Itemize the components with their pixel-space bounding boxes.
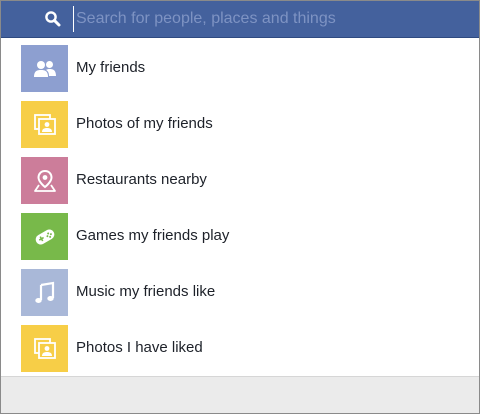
suggestion-label: My friends <box>76 59 146 76</box>
people-icon <box>33 60 56 77</box>
suggestion-tile <box>21 213 68 260</box>
suggestion-tile <box>21 269 68 316</box>
typeahead-footer <box>1 376 479 413</box>
suggestion-photos-of-my-friends[interactable]: Photos of my friends <box>1 95 479 151</box>
music-note-icon <box>34 281 54 303</box>
suggestion-label: Music my friends like <box>76 283 216 300</box>
suggestion-label: Games my friends play <box>76 227 230 244</box>
map-pin-icon <box>33 169 56 192</box>
search-typeahead-window: My friends Photos of my friends <box>0 0 480 414</box>
suggestion-tile <box>21 101 68 148</box>
suggestion-list: My friends Photos of my friends Restaura… <box>1 39 479 375</box>
photos-icon <box>33 337 56 359</box>
suggestion-photos-i-have-liked[interactable]: Photos I have liked <box>1 319 479 375</box>
suggestion-tile <box>21 157 68 204</box>
suggestion-games-my-friends-play[interactable]: Games my friends play <box>1 207 479 263</box>
search-bar <box>1 1 479 38</box>
gamepad-icon <box>35 229 54 244</box>
search-icon[interactable] <box>44 10 62 28</box>
suggestion-label: Photos of my friends <box>76 115 213 132</box>
suggestion-label: Restaurants nearby <box>76 171 207 188</box>
suggestion-music-my-friends-like[interactable]: Music my friends like <box>1 263 479 319</box>
suggestion-my-friends[interactable]: My friends <box>1 39 479 95</box>
suggestion-restaurants-nearby[interactable]: Restaurants nearby <box>1 151 479 207</box>
photos-icon <box>33 113 56 135</box>
suggestion-tile <box>21 325 68 372</box>
search-input[interactable] <box>73 6 453 32</box>
suggestion-label: Photos I have liked <box>76 339 203 356</box>
suggestion-tile <box>21 45 68 92</box>
